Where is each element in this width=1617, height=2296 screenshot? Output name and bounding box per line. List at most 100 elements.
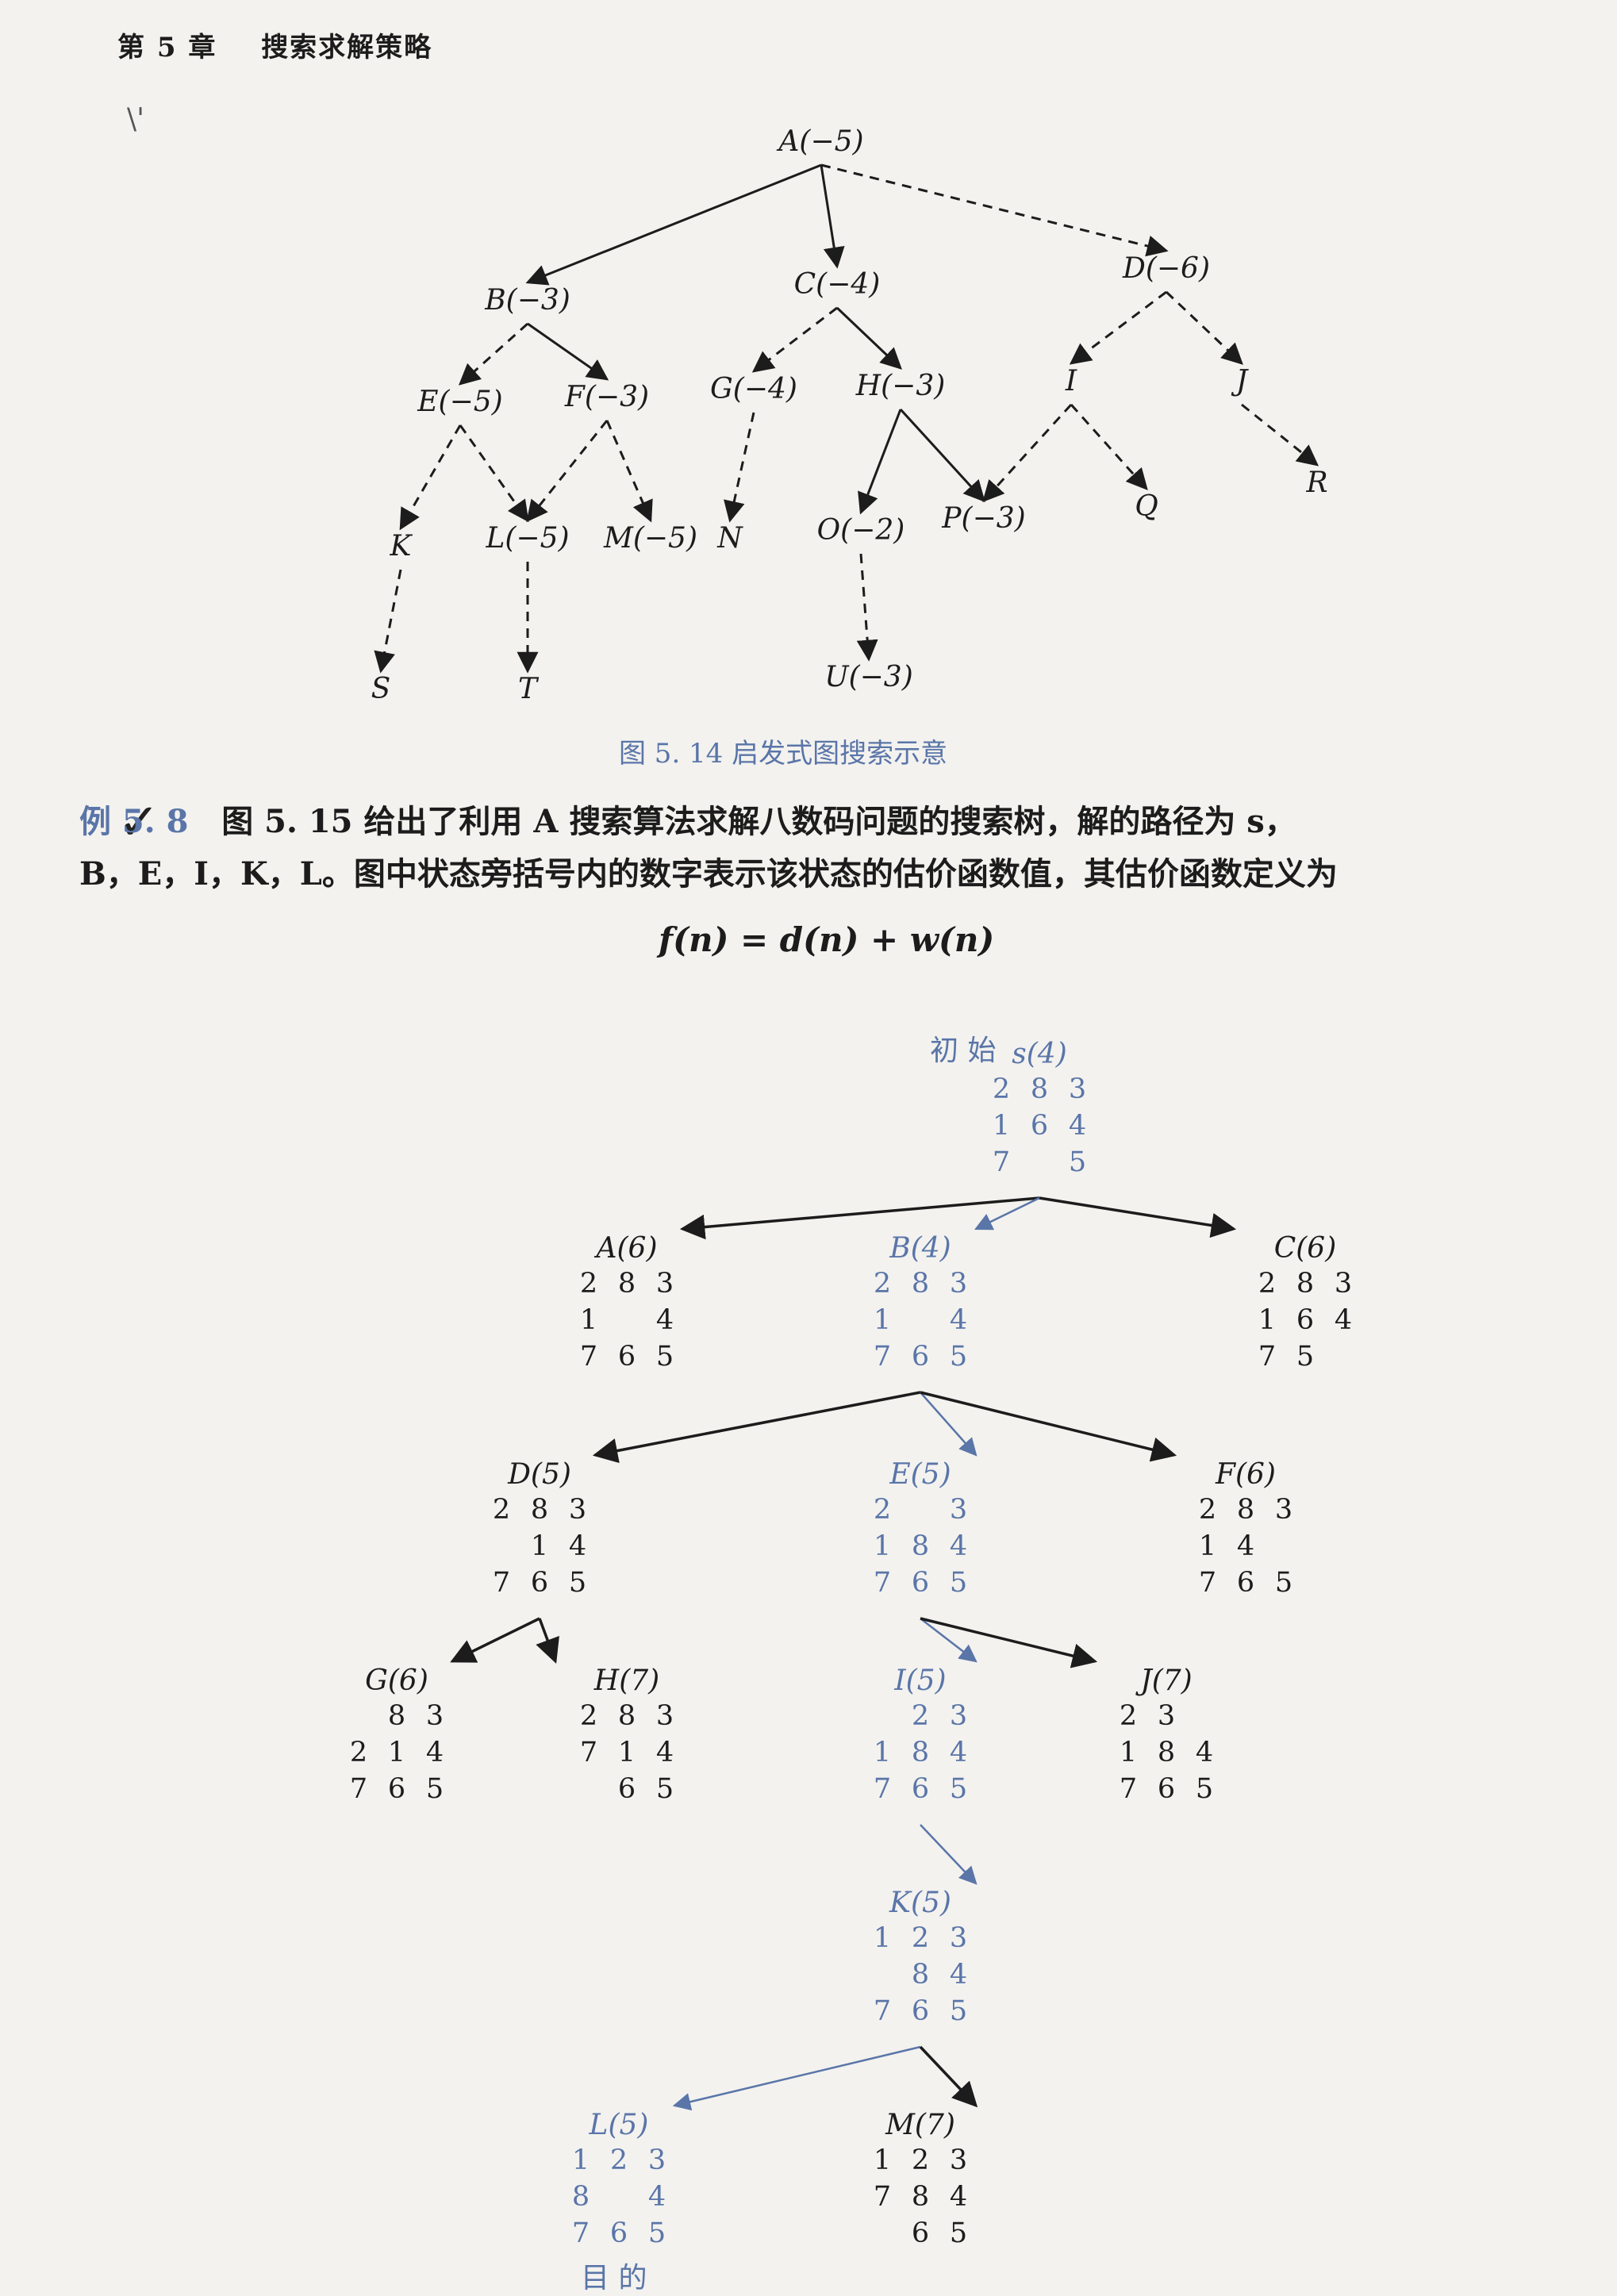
- evaluation-formula: f(n) = d(n) + w(n): [659, 920, 995, 959]
- tile-D-7: 6: [531, 1567, 548, 1599]
- node-P: P(−3): [941, 502, 1025, 535]
- tile-L-8: 5: [648, 2217, 666, 2249]
- tile-E-5: 4: [950, 1530, 967, 1562]
- edge-C-H: [835, 306, 902, 370]
- tile-J-0: 2: [1120, 1700, 1137, 1732]
- tile-G-8: 5: [426, 1773, 444, 1805]
- state-label-s: s(4): [1012, 1038, 1066, 1070]
- tile-s-1: 8: [1031, 1073, 1048, 1105]
- tile-K-7: 6: [912, 1995, 929, 2027]
- tile-M-7: 6: [912, 2217, 929, 2249]
- tile-D-4: 1: [531, 1530, 548, 1562]
- tile-M-3: 7: [874, 2181, 891, 2213]
- tile-E-7: 6: [912, 1567, 929, 1599]
- tile-L-6: 7: [572, 2217, 590, 2249]
- state-label-A: A(6): [594, 1232, 658, 1265]
- edge-F-L: [526, 420, 609, 523]
- tile-B-2: 3: [950, 1268, 967, 1300]
- goal-label: 目 的: [581, 2262, 647, 2294]
- node-O: O(−2): [817, 514, 905, 547]
- node-I: I: [1065, 365, 1077, 397]
- edge-F-M: [605, 420, 653, 523]
- tile-A-3: 1: [580, 1304, 597, 1336]
- state-C: C(6)2 8 3 1 6 4 7 5: [1258, 1232, 1352, 1373]
- tile-J-1: 3: [1158, 1700, 1175, 1732]
- tile-I-1: 2: [912, 1700, 929, 1732]
- tree-edge-I-K: [920, 1824, 977, 1885]
- tile-J-7: 6: [1158, 1773, 1175, 1805]
- tile-M-2: 3: [950, 2144, 967, 2176]
- state-label-H: H(7): [593, 1664, 659, 1697]
- tile-D-5: 4: [569, 1530, 586, 1562]
- tile-C-0: 2: [1258, 1268, 1276, 1300]
- tile-E-8: 5: [950, 1567, 967, 1599]
- tile-A-5: 4: [656, 1304, 674, 1336]
- state-label-M: M(7): [885, 2109, 955, 2141]
- caption-text: 图 5. 14 启发式图搜索示意: [619, 738, 948, 770]
- tile-A-1: 8: [618, 1268, 636, 1300]
- node-E: E(−5): [417, 386, 502, 418]
- edge-B-F: [527, 322, 609, 381]
- tile-D-2: 3: [569, 1494, 586, 1526]
- tile-G-2: 3: [426, 1700, 444, 1732]
- tree-edge-K-L: [672, 2045, 921, 2111]
- tree-edge-B-F: [920, 1391, 1177, 1462]
- state-I: I(5)2 3 1 8 4 7 6 5: [874, 1664, 967, 1805]
- node-H: H(−3): [855, 370, 946, 402]
- edge-K-S: [374, 569, 402, 674]
- edge-D-J: [1165, 290, 1243, 365]
- edge-A-C: [820, 164, 845, 269]
- tile-L-3: 8: [572, 2181, 590, 2213]
- example-line-2: B，E，I，K，L。图中状态旁括号内的数字表示该状态的估价函数值，其估价函数定义…: [79, 852, 1587, 897]
- tile-M-1: 2: [912, 2144, 929, 2176]
- state-E: E(5)2 3 1 8 4 7 6 5: [874, 1458, 967, 1599]
- start-label: 初 始: [930, 1035, 996, 1067]
- tile-C-4: 6: [1296, 1304, 1314, 1336]
- node-D: D(−6): [1122, 252, 1210, 285]
- tile-G-7: 6: [388, 1773, 405, 1805]
- edge-O-U: [856, 553, 878, 662]
- tree-edge-D-G: [450, 1617, 540, 1663]
- tile-K-4: 8: [912, 1959, 929, 1991]
- tile-E-6: 7: [874, 1567, 891, 1599]
- state-B: B(4)2 8 3 1 4 7 6 5: [874, 1232, 967, 1373]
- tile-s-2: 3: [1069, 1073, 1086, 1105]
- chapter-number: 第 5 章: [117, 32, 217, 63]
- node-G: G(−4): [710, 373, 797, 405]
- edge-H-P: [899, 408, 985, 502]
- state-label-L: L(5): [589, 2109, 649, 2141]
- state-label-C: C(6): [1274, 1232, 1337, 1265]
- tile-E-3: 1: [874, 1530, 891, 1562]
- tile-L-5: 4: [648, 2181, 666, 2213]
- tile-F-4: 4: [1237, 1530, 1254, 1562]
- tile-C-2: 3: [1335, 1268, 1352, 1300]
- example-text-2: B，E，I，K，L。图中状态旁括号内的数字表示该状态的估价函数值，其估价函数定义…: [79, 855, 1338, 893]
- tile-s-6: 7: [993, 1146, 1010, 1178]
- example-text-1: 图 5. 15 给出了利用 A 搜索算法求解八数码问题的搜索树，解的路径为 s，: [221, 803, 1296, 840]
- tile-B-6: 7: [874, 1341, 891, 1373]
- state-label-D: D(5): [507, 1458, 571, 1491]
- tile-C-7: 5: [1296, 1341, 1314, 1373]
- tile-B-5: 4: [950, 1304, 967, 1336]
- state-label-B: B(4): [889, 1232, 951, 1265]
- tile-s-8: 5: [1069, 1146, 1086, 1178]
- tile-B-3: 1: [874, 1304, 891, 1336]
- edge-I-Q: [1070, 403, 1148, 491]
- tile-L-7: 6: [610, 2217, 628, 2249]
- tile-F-7: 6: [1237, 1567, 1254, 1599]
- state-label-K: K(5): [889, 1887, 951, 1919]
- state-H: H(7)2 8 3 7 1 46 5: [580, 1664, 674, 1805]
- tile-F-2: 3: [1275, 1494, 1292, 1526]
- tile-J-4: 8: [1158, 1737, 1175, 1768]
- tile-F-3: 1: [1199, 1530, 1216, 1562]
- tile-C-5: 4: [1335, 1304, 1352, 1336]
- tile-B-7: 6: [912, 1341, 929, 1373]
- tile-F-0: 2: [1199, 1494, 1216, 1526]
- tile-I-5: 4: [950, 1737, 967, 1768]
- state-F: F(6)2 8 3 1 47 6 5: [1199, 1458, 1292, 1599]
- state-label-E: E(5): [889, 1458, 951, 1491]
- example-line-1: 例 5. 8 图 5. 15 给出了利用 A 搜索算法求解八数码问题的搜索树，解…: [79, 800, 1587, 844]
- node-Q: Q: [1135, 490, 1158, 523]
- edge-D-I: [1069, 290, 1167, 365]
- tile-B-8: 5: [950, 1341, 967, 1373]
